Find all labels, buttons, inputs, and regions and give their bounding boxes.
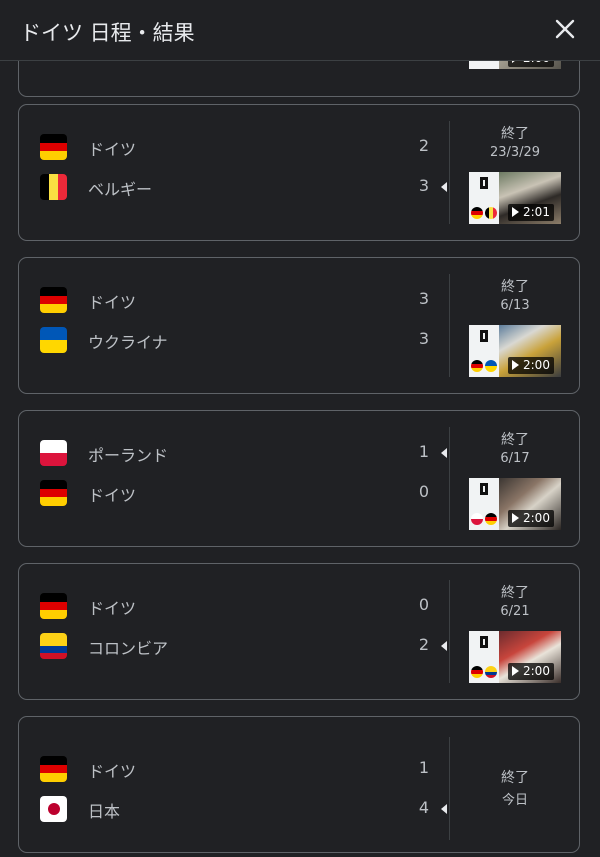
away-team-row: コロンビア 2 [19, 632, 459, 660]
team-name: ベルギー [88, 180, 153, 199]
germany-flag-icon [40, 480, 67, 506]
team-name: ウクライナ [88, 333, 168, 352]
away-team-row: ドイツ 0 [19, 479, 459, 507]
play-icon [512, 513, 519, 523]
team-score: 1 [418, 442, 429, 461]
team-score: 0 [418, 482, 429, 501]
match-date: 6/13 [500, 298, 530, 313]
team-name: ドイツ [88, 599, 137, 618]
team-name: ドイツ [88, 293, 137, 312]
match-card[interactable]: ドイツ 0 コロンビア 2 終了 6/21 2:00 [18, 563, 580, 700]
team-score: 2 [418, 136, 429, 155]
germany-flag-icon [40, 593, 67, 619]
germany-flag-icon [485, 513, 497, 525]
germany-flag-icon [40, 756, 67, 782]
match-date: 23/3/29 [489, 145, 541, 160]
away-team-row: 日本 4 [19, 795, 459, 823]
team-score: 1 [418, 758, 429, 777]
team-score: 3 [418, 176, 429, 195]
highlight-video-thumbnail[interactable]: 2:00 [469, 478, 561, 530]
logo-icon [480, 483, 488, 495]
match-status: 終了 [501, 126, 529, 142]
logo-icon [480, 177, 488, 189]
home-team-row: ドイツ 3 [19, 286, 459, 314]
match-date: 6/17 [500, 451, 530, 466]
ukraine-flag-icon [485, 360, 497, 372]
ukraine-flag-icon [40, 327, 67, 353]
highlight-video-thumbnail[interactable]: 2:00 [469, 325, 561, 377]
match-status: 終了 [501, 770, 529, 786]
poland-flag-icon [40, 440, 67, 466]
logo-icon [480, 636, 488, 648]
winner-indicator-icon [441, 641, 447, 651]
home-team-row: ドイツ 0 [19, 592, 459, 620]
play-icon [512, 666, 519, 676]
logo-icon [480, 330, 488, 342]
team-name: コロンビア [88, 639, 169, 658]
match-status: 終了 [501, 585, 529, 601]
team-name: ドイツ [88, 762, 137, 781]
page-title: ドイツ 日程・結果 [20, 21, 195, 45]
home-team-row: ポーランド 1 [19, 439, 459, 467]
dialog-header: ドイツ 日程・結果 [0, 0, 600, 61]
match-date: 今日 [501, 793, 528, 808]
belgium-flag-icon [485, 207, 497, 219]
colombia-flag-icon [485, 666, 497, 678]
highlight-video-thumbnail[interactable]: 2:00 [469, 631, 561, 683]
match-card[interactable]: ドイツ 2 ベルギー 3 終了 23/3/29 2:01 [18, 104, 580, 241]
away-team-row: ベルギー 3 [19, 173, 459, 201]
germany-flag-icon [40, 134, 67, 160]
poland-flag-icon [471, 513, 483, 525]
match-status: 終了 [501, 279, 529, 295]
video-duration: 2:01 [523, 205, 550, 219]
belgium-flag-icon [40, 174, 67, 200]
match-card[interactable]: ポーランド 1 ドイツ 0 終了 6/17 2:00 [18, 410, 580, 547]
home-team-row: ドイツ 1 [19, 755, 459, 783]
team-score: 4 [418, 798, 429, 817]
play-icon [512, 360, 519, 370]
play-icon [512, 207, 519, 217]
germany-flag-icon [471, 666, 483, 678]
team-score: 3 [418, 329, 429, 348]
team-name: 日本 [88, 802, 121, 821]
team-score: 2 [418, 635, 429, 654]
video-duration: 2:00 [523, 511, 550, 525]
winner-indicator-icon [441, 182, 447, 192]
away-team-row: ウクライナ 3 [19, 326, 459, 354]
germany-flag-icon [471, 360, 483, 372]
germany-flag-icon [40, 287, 67, 313]
winner-indicator-icon [441, 448, 447, 458]
germany-flag-icon [471, 207, 483, 219]
close-icon[interactable] [554, 18, 576, 40]
video-duration: 2:00 [523, 664, 550, 678]
team-score: 0 [418, 595, 429, 614]
japan-flag-icon [40, 796, 67, 822]
team-score: 3 [418, 289, 429, 308]
highlight-video-thumbnail[interactable]: 2:01 [469, 172, 561, 224]
video-duration: 2:00 [523, 358, 550, 372]
team-name: ポーランド [88, 446, 169, 465]
team-name: ドイツ [88, 140, 137, 159]
team-name: ドイツ [88, 486, 137, 505]
match-card[interactable]: ドイツ 1 日本 4 終了 今日 [18, 716, 580, 853]
match-status: 終了 [501, 432, 529, 448]
match-card[interactable]: ドイツ 3 ウクライナ 3 終了 6/13 2:00 [18, 257, 580, 394]
home-team-row: ドイツ 2 [19, 133, 459, 161]
winner-indicator-icon [441, 804, 447, 814]
colombia-flag-icon [40, 633, 67, 659]
match-date: 6/21 [500, 604, 530, 619]
